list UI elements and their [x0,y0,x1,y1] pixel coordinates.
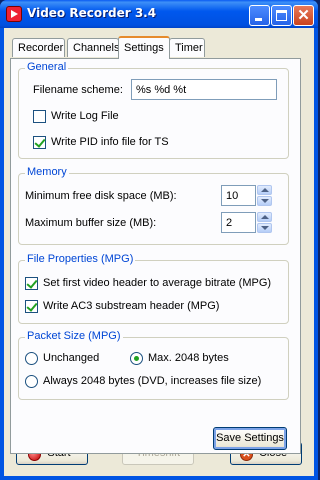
general-group: General Filename scheme: Write Log File … [18,61,289,159]
title-bar[interactable]: Video Recorder 3.4 ✕ [0,0,318,28]
ac3-header-checkbox[interactable] [25,300,38,313]
unchanged-radio[interactable] [25,352,38,365]
write-pid-label[interactable]: Write PID info file for TS [51,136,169,148]
close-window-button[interactable]: ✕ [293,5,314,26]
video-recorder-icon [6,6,22,22]
write-pid-checkbox[interactable] [33,136,46,149]
memory-group: Memory Minimum free disk space (MB): Max… [18,166,289,245]
window-title: Video Recorder 3.4 [27,6,157,20]
min-disk-space-input[interactable] [221,185,256,206]
ac3-header-label[interactable]: Write AC3 substream header (MPG) [43,300,219,312]
max-buffer-input[interactable] [221,212,256,233]
max-2048-radio[interactable] [130,352,143,365]
tab-timer[interactable]: Timer [169,38,205,57]
spin-up-icon[interactable] [257,185,272,195]
memory-legend: Memory [25,166,69,178]
maximize-button[interactable] [271,5,292,26]
window-frame-right [314,28,318,480]
tab-recorder[interactable]: Recorder [12,38,65,57]
always-2048-radio[interactable] [25,375,38,388]
write-log-checkbox[interactable] [33,110,46,123]
max-buffer-label: Maximum buffer size (MB): [25,217,157,229]
tab-settings[interactable]: Settings [118,36,170,59]
minimize-button[interactable] [249,5,270,26]
file-properties-group: File Properties (MPG) Set first video he… [18,253,289,324]
packet-size-group: Packet Size (MPG) Unchanged Max. 2048 by… [18,330,289,400]
filename-scheme-label: Filename scheme: [33,84,123,96]
filename-scheme-input[interactable] [131,79,277,100]
tab-channels[interactable]: Channels [67,38,119,57]
client-area: Recorder Channels Settings Timer General… [4,28,314,476]
spin-up-icon[interactable] [257,212,272,222]
packet-size-legend: Packet Size (MPG) [25,330,123,342]
settings-panel: General Filename scheme: Write Log File … [10,58,301,454]
spin-down-icon[interactable] [257,223,272,233]
first-video-header-label[interactable]: Set first video header to average bitrat… [43,277,271,289]
max-buffer-stepper[interactable] [257,212,272,233]
file-properties-legend: File Properties (MPG) [25,253,136,265]
general-legend: General [25,61,69,73]
min-disk-space-label: Minimum free disk space (MB): [25,190,177,202]
window-frame-bottom [0,476,318,480]
close-icon: ✕ [297,7,310,24]
minimize-icon [255,18,262,21]
maximize-icon [276,10,287,21]
app-window: Video Recorder 3.4 ✕ Recorder Channels S… [0,0,318,480]
write-log-label[interactable]: Write Log File [51,110,119,122]
always-2048-label[interactable]: Always 2048 bytes (DVD, increases file s… [43,375,261,387]
first-video-header-checkbox[interactable] [25,277,38,290]
unchanged-label[interactable]: Unchanged [43,352,99,364]
max-2048-label[interactable]: Max. 2048 bytes [148,352,229,364]
min-disk-space-stepper[interactable] [257,185,272,206]
save-settings-button[interactable]: Save Settings [213,427,287,450]
spin-down-icon[interactable] [257,196,272,206]
